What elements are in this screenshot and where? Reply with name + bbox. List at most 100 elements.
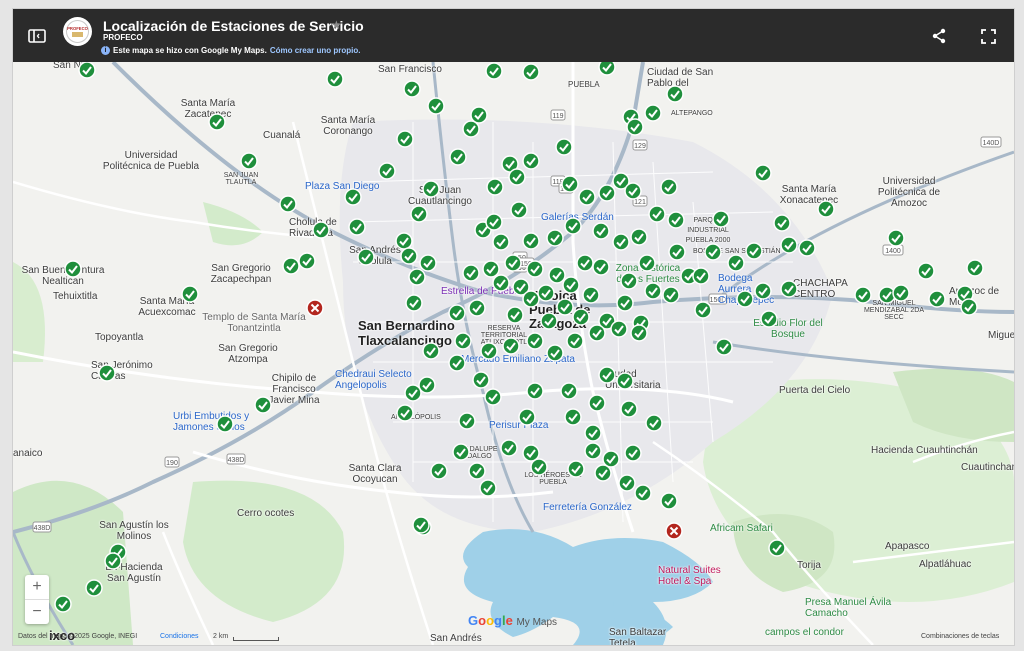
- check-marker-icon[interactable]: [592, 258, 610, 276]
- check-marker-icon[interactable]: [854, 286, 872, 304]
- check-marker-icon[interactable]: [773, 214, 791, 232]
- check-marker-icon[interactable]: [630, 324, 648, 342]
- check-marker-icon[interactable]: [616, 294, 634, 312]
- check-marker-icon[interactable]: [594, 464, 612, 482]
- check-marker-icon[interactable]: [817, 200, 835, 218]
- check-marker-icon[interactable]: [448, 304, 466, 322]
- panel-toggle-button[interactable]: [23, 23, 51, 49]
- check-marker-icon[interactable]: [522, 63, 540, 81]
- check-marker-icon[interactable]: [181, 285, 199, 303]
- check-marker-icon[interactable]: [208, 113, 226, 131]
- check-marker-icon[interactable]: [427, 97, 445, 115]
- check-marker-icon[interactable]: [408, 268, 426, 286]
- check-marker-icon[interactable]: [526, 260, 544, 278]
- check-marker-icon[interactable]: [526, 382, 544, 400]
- check-marker-icon[interactable]: [760, 310, 778, 328]
- check-marker-icon[interactable]: [634, 484, 652, 502]
- check-marker-icon[interactable]: [598, 366, 616, 384]
- check-marker-icon[interactable]: [564, 217, 582, 235]
- check-marker-icon[interactable]: [715, 338, 733, 356]
- check-marker-icon[interactable]: [104, 552, 122, 570]
- check-marker-icon[interactable]: [624, 182, 642, 200]
- check-marker-icon[interactable]: [582, 286, 600, 304]
- check-marker-icon[interactable]: [479, 479, 497, 497]
- check-marker-icon[interactable]: [644, 282, 662, 300]
- check-marker-icon[interactable]: [555, 138, 573, 156]
- check-marker-icon[interactable]: [357, 248, 375, 266]
- check-marker-icon[interactable]: [430, 462, 448, 480]
- check-marker-icon[interactable]: [616, 372, 634, 390]
- check-marker-icon[interactable]: [592, 222, 610, 240]
- check-marker-icon[interactable]: [584, 442, 602, 460]
- check-marker-icon[interactable]: [704, 243, 722, 261]
- check-marker-icon[interactable]: [780, 236, 798, 254]
- check-marker-icon[interactable]: [712, 210, 730, 228]
- check-marker-icon[interactable]: [326, 70, 344, 88]
- check-marker-icon[interactable]: [917, 262, 935, 280]
- check-marker-icon[interactable]: [644, 104, 662, 122]
- check-marker-icon[interactable]: [526, 332, 544, 350]
- check-marker-icon[interactable]: [562, 276, 580, 294]
- check-marker-icon[interactable]: [626, 118, 644, 136]
- check-marker-icon[interactable]: [462, 264, 480, 282]
- check-marker-icon[interactable]: [396, 130, 414, 148]
- check-marker-icon[interactable]: [403, 80, 421, 98]
- check-marker-icon[interactable]: [472, 371, 490, 389]
- check-marker-icon[interactable]: [254, 396, 272, 414]
- check-marker-icon[interactable]: [530, 458, 548, 476]
- check-marker-icon[interactable]: [216, 415, 234, 433]
- check-marker-icon[interactable]: [660, 492, 678, 510]
- check-marker-icon[interactable]: [666, 85, 684, 103]
- check-marker-icon[interactable]: [588, 324, 606, 342]
- check-marker-icon[interactable]: [298, 252, 316, 270]
- check-marker-icon[interactable]: [694, 301, 712, 319]
- check-marker-icon[interactable]: [485, 213, 503, 231]
- check-marker-icon[interactable]: [64, 260, 82, 278]
- check-marker-icon[interactable]: [449, 148, 467, 166]
- check-marker-icon[interactable]: [452, 443, 470, 461]
- check-marker-icon[interactable]: [727, 254, 745, 272]
- check-marker-icon[interactable]: [98, 364, 116, 382]
- check-marker-icon[interactable]: [564, 408, 582, 426]
- check-marker-icon[interactable]: [468, 462, 486, 480]
- create-map-link[interactable]: Cómo crear uno propio.: [270, 46, 361, 55]
- check-marker-icon[interactable]: [584, 424, 602, 442]
- check-marker-icon[interactable]: [492, 233, 510, 251]
- check-marker-icon[interactable]: [510, 201, 528, 219]
- check-marker-icon[interactable]: [892, 284, 910, 302]
- check-marker-icon[interactable]: [422, 342, 440, 360]
- check-marker-icon[interactable]: [960, 298, 978, 316]
- check-marker-icon[interactable]: [798, 239, 816, 257]
- check-marker-icon[interactable]: [240, 152, 258, 170]
- check-marker-icon[interactable]: [312, 221, 330, 239]
- check-marker-icon[interactable]: [502, 337, 520, 355]
- check-marker-icon[interactable]: [887, 229, 905, 247]
- fullscreen-button[interactable]: [975, 23, 1001, 49]
- check-marker-icon[interactable]: [667, 211, 685, 229]
- check-marker-icon[interactable]: [504, 254, 522, 272]
- check-marker-icon[interactable]: [966, 259, 984, 277]
- check-marker-icon[interactable]: [480, 342, 498, 360]
- x-marker-icon[interactable]: [665, 522, 683, 540]
- check-marker-icon[interactable]: [54, 595, 72, 613]
- check-marker-icon[interactable]: [660, 178, 678, 196]
- check-marker-icon[interactable]: [630, 228, 648, 246]
- check-marker-icon[interactable]: [484, 388, 502, 406]
- check-marker-icon[interactable]: [566, 332, 584, 350]
- check-marker-icon[interactable]: [567, 460, 585, 478]
- check-marker-icon[interactable]: [624, 444, 642, 462]
- check-marker-icon[interactable]: [546, 229, 564, 247]
- x-marker-icon[interactable]: [306, 299, 324, 317]
- check-marker-icon[interactable]: [662, 286, 680, 304]
- check-marker-icon[interactable]: [492, 274, 510, 292]
- check-marker-icon[interactable]: [486, 178, 504, 196]
- check-marker-icon[interactable]: [508, 168, 526, 186]
- check-marker-icon[interactable]: [396, 404, 414, 422]
- check-marker-icon[interactable]: [454, 332, 472, 350]
- check-marker-icon[interactable]: [928, 290, 946, 308]
- check-marker-icon[interactable]: [470, 106, 488, 124]
- check-marker-icon[interactable]: [485, 62, 503, 80]
- zoom-out-button[interactable]: −: [25, 599, 49, 624]
- check-marker-icon[interactable]: [522, 290, 540, 308]
- check-marker-icon[interactable]: [85, 579, 103, 597]
